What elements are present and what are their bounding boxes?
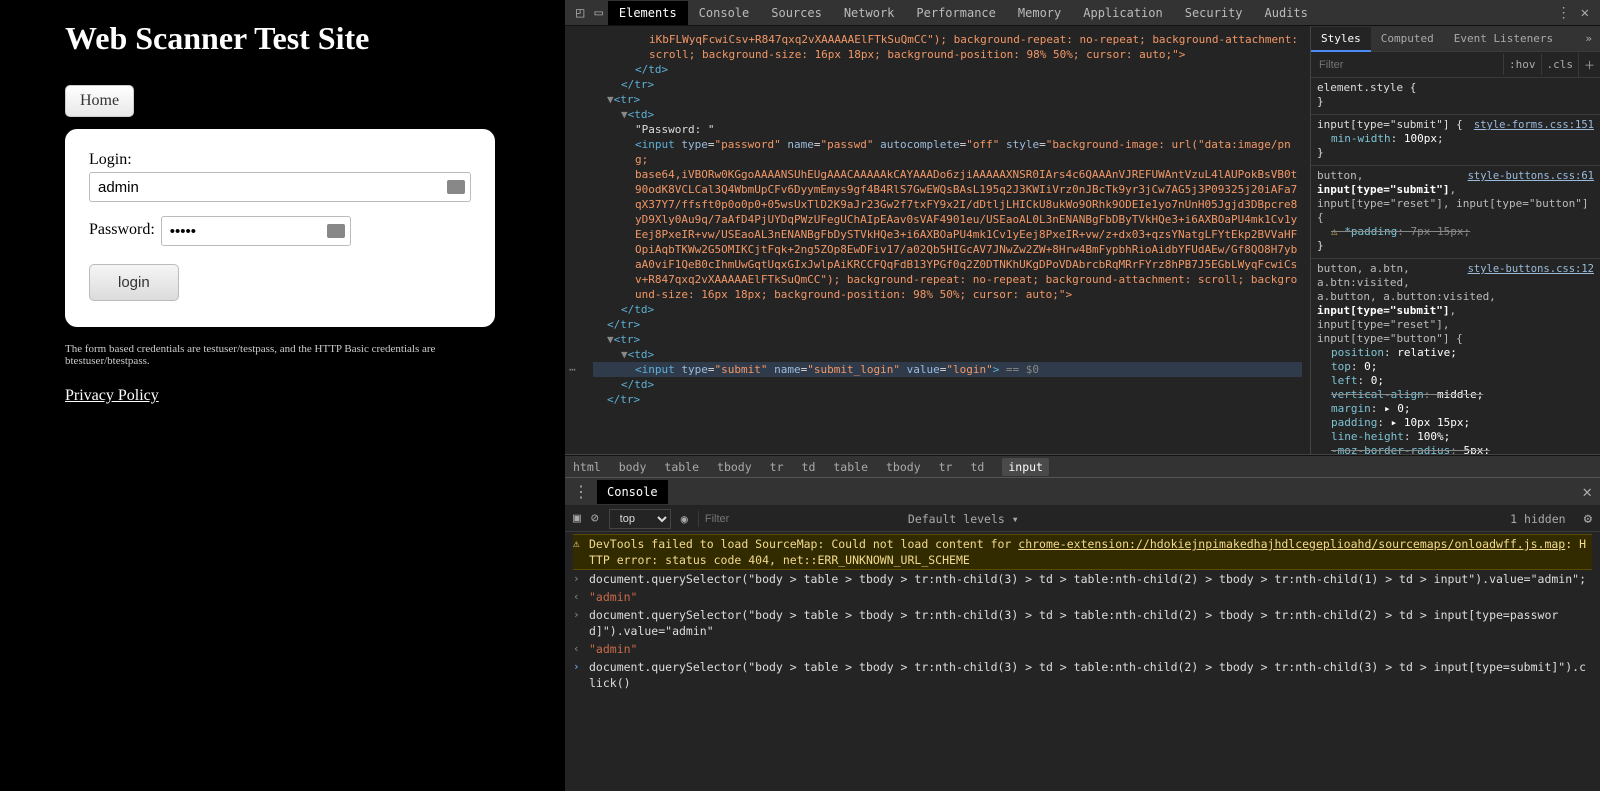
crumb-tr[interactable]: tr [939,460,953,474]
devtools-tabbar: ◰ ▭ ElementsConsoleSourcesNetworkPerform… [565,0,1600,26]
console-sidebar-icon[interactable]: ▣ [573,511,581,526]
console-prompt[interactable]: ›document.querySelector("body > table > … [573,658,1592,692]
page-title: Web Scanner Test Site [65,20,500,57]
drawer-menu-icon[interactable]: ⋮ [573,482,589,501]
credentials-note: The form based credentials are testuser/… [65,343,500,367]
crumb-td[interactable]: td [802,460,816,474]
css-rule[interactable]: style-forms.css:151 input[type="submit"]… [1311,115,1600,166]
element-style-block[interactable]: element.style { } [1311,78,1600,115]
tab-memory[interactable]: Memory [1007,1,1072,25]
login-card: Login: Password: login [65,129,495,327]
kebab-icon[interactable]: ⋮ [1552,5,1576,21]
crumb-td[interactable]: td [970,460,984,474]
crumb-body[interactable]: body [619,460,647,474]
css-rule[interactable]: style-buttons.css:12 button, a.btn,a.btn… [1311,259,1600,454]
password-text-node: "Password: " [593,122,1302,137]
console-output-line: ‹"admin" [573,588,1592,606]
breadcrumb[interactable]: html body table tbody tr td table tbody tr td inpu… [565,455,1600,477]
base64-blob: base64,iVBORw0KGgoAAAANSUhEUgAAACAAAAAkC… [593,167,1302,302]
tab-elements[interactable]: Elements [608,1,688,25]
login-label: Login: [89,151,471,169]
devtools-panel: ◰ ▭ ElementsConsoleSourcesNetworkPerform… [565,0,1600,791]
live-expression-icon[interactable]: ◉ [681,512,688,526]
styles-tab-event-listeners[interactable]: Event Listeners [1444,27,1563,50]
clear-console-icon[interactable]: ⊘ [591,511,599,526]
styles-filter-input[interactable] [1311,55,1503,75]
source-link[interactable]: style-buttons.css:61 [1468,169,1594,183]
console-input-line: ›document.querySelector("body > table > … [573,570,1592,588]
privacy-link[interactable]: Privacy Policy [65,387,159,405]
console-drawer: ⋮ Console ✕ ▣ ⊘ top ◉ Default levels ▾ 1… [565,477,1600,791]
css-rule[interactable]: style-buttons.css:61 button,input[type="… [1311,166,1600,259]
styles-tab-styles[interactable]: Styles [1311,27,1371,52]
log-levels-select[interactable]: Default levels ▾ [908,512,1019,526]
tab-performance[interactable]: Performance [905,1,1006,25]
tab-application[interactable]: Application [1072,1,1173,25]
web-page: Web Scanner Test Site Home Login: Passwo… [0,0,565,791]
hidden-count[interactable]: 1 hidden [1510,512,1565,526]
console-settings-icon[interactable]: ⚙ [1584,511,1592,527]
crumb-tr[interactable]: tr [770,460,784,474]
crumb-table[interactable]: table [664,460,699,474]
password-input[interactable] [161,216,351,246]
tab-sources[interactable]: Sources [760,1,833,25]
keyboard-icon [447,180,465,194]
styles-tab-computed[interactable]: Computed [1371,27,1444,50]
crumb-tbody[interactable]: tbody [717,460,752,474]
device-icon[interactable]: ▭ [589,5,607,21]
console-output-line: ‹"admin" [573,640,1592,658]
source-link[interactable]: style-forms.css:151 [1474,118,1594,132]
password-label: Password: [89,221,155,239]
code-line: iKbFLWyqFcwiCsv+R847qxq2vXAAAAAElFTkSuQm… [593,32,1302,62]
elements-tree[interactable]: iKbFLWyqFcwiCsv+R847qxq2vXAAAAAElFTkSuQm… [565,26,1310,454]
add-rule-icon[interactable]: ＋ [1578,53,1600,77]
console-warning: ⚠DevTools failed to load SourceMap: Coul… [573,534,1592,570]
console-tab[interactable]: Console [597,480,668,504]
sourcemap-link[interactable]: chrome-extension://hdokiejnpimakedhajhdl… [1018,537,1565,551]
tab-audits[interactable]: Audits [1254,1,1319,25]
hov-toggle[interactable]: :hov [1503,54,1541,75]
keyboard-icon [327,224,345,238]
cls-toggle[interactable]: .cls [1541,54,1579,75]
tab-security[interactable]: Security [1174,1,1254,25]
login-button[interactable]: login [89,264,179,301]
tab-console[interactable]: Console [688,1,761,25]
source-link[interactable]: style-buttons.css:12 [1468,262,1594,276]
console-filter-input[interactable] [698,511,898,527]
crumb-tbody[interactable]: tbody [886,460,921,474]
crumb-input[interactable]: input [1002,458,1049,476]
more-tabs-icon[interactable]: » [1577,32,1600,45]
inspect-icon[interactable]: ◰ [571,5,589,21]
home-button[interactable]: Home [65,85,134,117]
console-input-line: ›document.querySelector("body > table > … [573,606,1592,640]
close-devtools-icon[interactable]: ✕ [1576,5,1594,21]
console-output[interactable]: ⚠DevTools failed to load SourceMap: Coul… [565,532,1600,791]
styles-pane: StylesComputedEvent Listeners » :hov .cl… [1310,26,1600,454]
login-input[interactable] [89,172,471,202]
crumb-html[interactable]: html [573,460,601,474]
crumb-table[interactable]: table [833,460,868,474]
tab-network[interactable]: Network [833,1,906,25]
close-drawer-icon[interactable]: ✕ [1582,482,1592,501]
context-select[interactable]: top [609,509,671,529]
selected-element[interactable]: ⋯<input type="submit" name="submit_login… [593,362,1302,377]
